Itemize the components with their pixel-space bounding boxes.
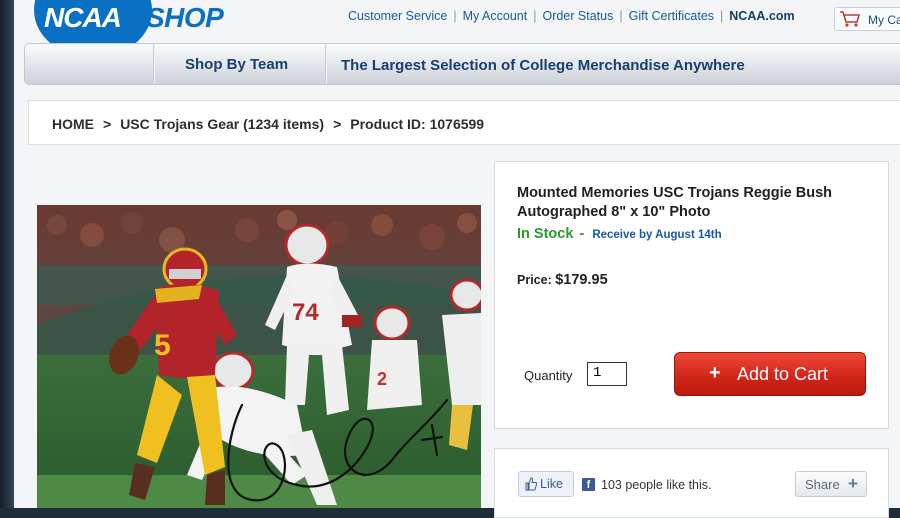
stock-status: In Stock - Receive by August 14th	[517, 226, 722, 242]
like-label: Like	[540, 477, 563, 491]
facebook-icon: f	[582, 478, 595, 491]
breadcrumb-product: Product ID: 1076599	[350, 116, 485, 132]
thumbs-up-icon	[525, 477, 537, 491]
breadcrumb-category[interactable]: USC Trojans Gear (1234 items)	[120, 116, 324, 132]
my-cart-button[interactable]: My Ca	[834, 7, 900, 31]
link-separator: |	[619, 9, 623, 23]
delivery-estimate: Receive by August 14th	[592, 229, 722, 241]
stock-dash: -	[579, 226, 585, 242]
logo-ncaa-text[interactable]: NCAA	[44, 2, 122, 34]
plus-icon: +	[709, 362, 721, 384]
link-separator: |	[453, 9, 457, 23]
order-status-link[interactable]: Order Status	[542, 9, 613, 23]
quantity-label: Quantity	[524, 368, 573, 383]
page: NCAA SHOP Customer Service | My Account | Or…	[14, 0, 900, 518]
svg-text:2: 2	[377, 369, 387, 389]
facebook-like-button[interactable]: Like	[518, 471, 574, 497]
share-button[interactable]: Share +	[795, 471, 867, 497]
top-links: Customer Service | My Account | Order Status…	[348, 9, 795, 23]
customer-service-link[interactable]: Customer Service	[348, 9, 447, 23]
price: Price: $179.95	[517, 272, 608, 288]
cart-icon	[840, 11, 861, 27]
link-separator: |	[533, 9, 537, 23]
likes-count-text: 103 people like this.	[601, 478, 712, 492]
price-label: Price:	[517, 273, 552, 287]
nav-tagline: The Largest Selection of College Merchan…	[341, 57, 745, 74]
shop-by-team-menu[interactable]: Shop By Team	[185, 56, 288, 73]
product-photo[interactable]: 74 2 5	[37, 205, 481, 508]
quantity-input[interactable]: 1	[587, 362, 627, 386]
my-account-link[interactable]: My Account	[463, 9, 528, 23]
breadcrumb-separator: >	[333, 116, 342, 132]
gift-certificates-link[interactable]: Gift Certificates	[629, 9, 714, 23]
nav-divider	[325, 44, 327, 84]
logo-shop-text[interactable]: SHOP	[146, 2, 224, 34]
product-title: Mounted Memories USC Trojans Reggie Bush…	[517, 185, 833, 220]
breadcrumb-home[interactable]: HOME	[52, 116, 94, 132]
link-separator: |	[720, 9, 724, 23]
share-label: Share	[805, 477, 840, 492]
cart-label: My Ca	[868, 13, 900, 27]
product-photo-illustration: 74 2 5	[37, 205, 481, 508]
main-nav: Shop By Team The Largest Selection of Co…	[24, 43, 900, 85]
breadcrumb: HOME > USC Trojans Gear (1234 items) > Produ…	[28, 100, 900, 145]
breadcrumb-separator: >	[103, 116, 112, 132]
product-info-panel: Mounted Memories USC Trojans Reggie Bush…	[494, 161, 889, 429]
add-to-cart-button[interactable]: + Add to Cart	[674, 352, 866, 396]
in-stock-label: In Stock	[517, 226, 574, 242]
add-to-cart-label: Add to Cart	[737, 364, 829, 384]
price-value: $179.95	[555, 272, 608, 288]
nav-divider	[153, 44, 155, 84]
jersey-number-back: 5	[154, 329, 171, 362]
ncaa-com-link[interactable]: NCAA.com	[729, 9, 794, 23]
window-frame	[0, 0, 14, 508]
plus-icon: +	[848, 474, 858, 493]
jersey-number-front: 74	[292, 299, 319, 326]
